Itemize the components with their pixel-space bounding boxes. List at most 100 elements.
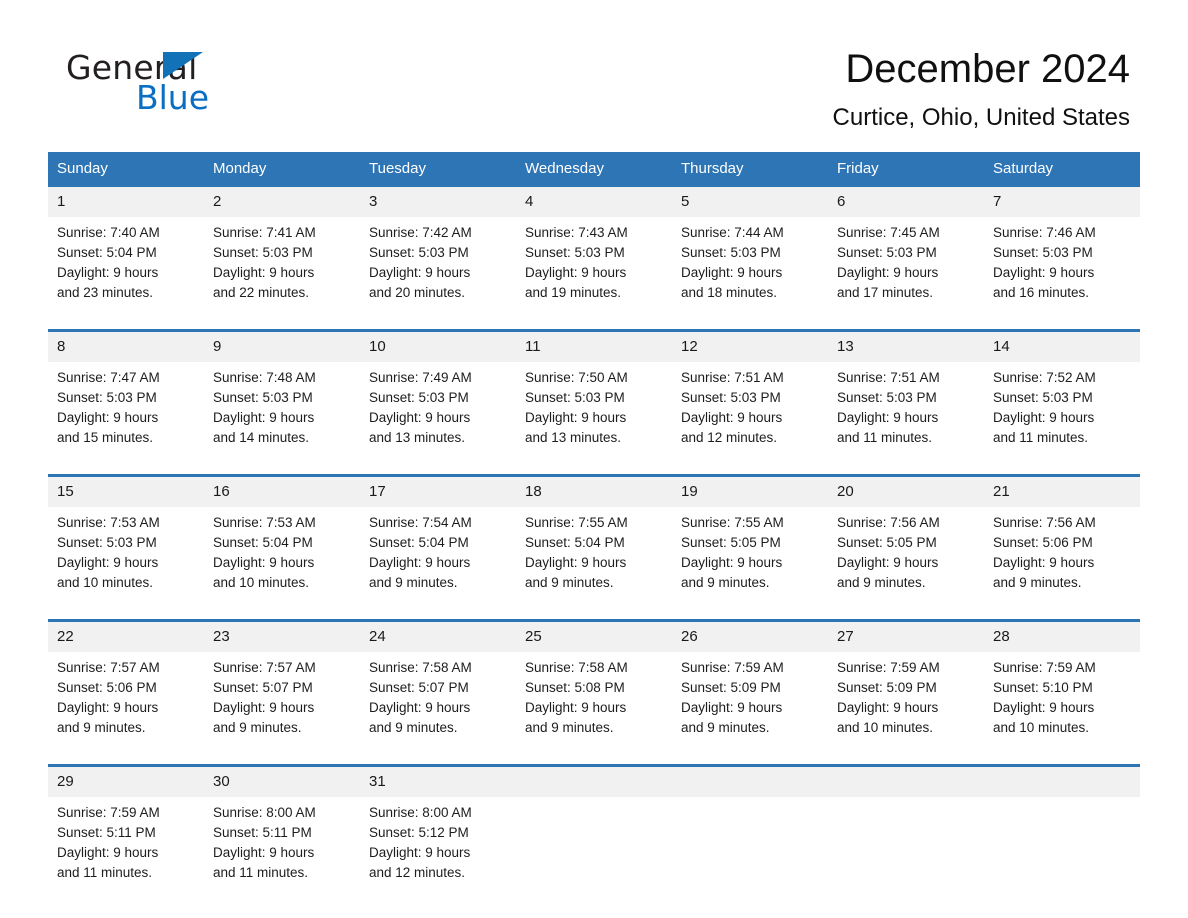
sunrise-text: Sunrise: 7:40 AM bbox=[57, 225, 160, 240]
day-number: 30 bbox=[204, 764, 360, 797]
daylight-text-line2: and 13 minutes. bbox=[369, 430, 466, 445]
day-number: 26 bbox=[672, 619, 828, 652]
day-cell: Sunrise: 7:55 AM Sunset: 5:05 PM Dayligh… bbox=[672, 507, 828, 593]
day-cell: Sunrise: 8:00 AM Sunset: 5:11 PM Dayligh… bbox=[204, 797, 360, 883]
logo-text-blue: Blue bbox=[136, 78, 210, 117]
sunrise-text: Sunrise: 7:47 AM bbox=[57, 370, 160, 385]
day-number: 4 bbox=[516, 187, 672, 217]
daylight-text-line2: and 10 minutes. bbox=[837, 720, 934, 735]
day-cell: Sunrise: 7:46 AM Sunset: 5:03 PM Dayligh… bbox=[984, 217, 1140, 303]
sunrise-text: Sunrise: 7:53 AM bbox=[57, 515, 160, 530]
day-cell: Sunrise: 7:51 AM Sunset: 5:03 PM Dayligh… bbox=[672, 362, 828, 448]
day-number: 1 bbox=[48, 187, 204, 217]
day-number: 12 bbox=[672, 329, 828, 362]
week-1-daynumber-row: 1 2 3 4 5 6 7 bbox=[48, 187, 1140, 217]
day-cell: Sunrise: 8:00 AM Sunset: 5:12 PM Dayligh… bbox=[360, 797, 516, 883]
day-number: 17 bbox=[360, 474, 516, 507]
week-separator bbox=[48, 303, 1140, 331]
week-5-daynumber-row: 29 30 31 bbox=[48, 764, 1140, 797]
daylight-text-line2: and 9 minutes. bbox=[213, 720, 302, 735]
day-number: 6 bbox=[828, 187, 984, 217]
sunrise-text: Sunrise: 7:45 AM bbox=[837, 225, 940, 240]
day-cell: Sunrise: 7:40 AM Sunset: 5:04 PM Dayligh… bbox=[48, 217, 204, 303]
day-cell-empty bbox=[672, 797, 828, 883]
day-cell: Sunrise: 7:52 AM Sunset: 5:03 PM Dayligh… bbox=[984, 362, 1140, 448]
sunset-text: Sunset: 5:03 PM bbox=[525, 245, 625, 260]
sunset-text: Sunset: 5:03 PM bbox=[993, 390, 1093, 405]
week-3-daynumber-row: 15 16 17 18 19 20 21 bbox=[48, 474, 1140, 507]
daylight-text-line2: and 14 minutes. bbox=[213, 430, 310, 445]
daylight-text-line1: Daylight: 9 hours bbox=[681, 555, 783, 570]
daylight-text-line1: Daylight: 9 hours bbox=[213, 555, 315, 570]
daylight-text-line1: Daylight: 9 hours bbox=[993, 555, 1095, 570]
day-number: 21 bbox=[984, 474, 1140, 507]
daylight-text-line2: and 9 minutes. bbox=[681, 575, 770, 590]
day-cell: Sunrise: 7:43 AM Sunset: 5:03 PM Dayligh… bbox=[516, 217, 672, 303]
sunset-text: Sunset: 5:10 PM bbox=[993, 680, 1093, 695]
daylight-text-line2: and 11 minutes. bbox=[57, 865, 153, 880]
sunset-text: Sunset: 5:05 PM bbox=[681, 535, 781, 550]
sunrise-text: Sunrise: 7:56 AM bbox=[837, 515, 940, 530]
page-title: December 2024 bbox=[845, 47, 1130, 91]
day-number: 24 bbox=[360, 619, 516, 652]
daylight-text-line2: and 9 minutes. bbox=[681, 720, 770, 735]
day-number-empty bbox=[672, 764, 828, 797]
day-number: 25 bbox=[516, 619, 672, 652]
daylight-text-line2: and 9 minutes. bbox=[525, 575, 614, 590]
day-number: 5 bbox=[672, 187, 828, 217]
sunset-text: Sunset: 5:04 PM bbox=[525, 535, 625, 550]
day-number: 22 bbox=[48, 619, 204, 652]
day-number: 13 bbox=[828, 329, 984, 362]
sunset-text: Sunset: 5:11 PM bbox=[213, 825, 312, 840]
daylight-text-line1: Daylight: 9 hours bbox=[57, 700, 159, 715]
daylight-text-line1: Daylight: 9 hours bbox=[213, 700, 315, 715]
daylight-text-line1: Daylight: 9 hours bbox=[57, 410, 159, 425]
day-cell: Sunrise: 7:59 AM Sunset: 5:11 PM Dayligh… bbox=[48, 797, 204, 883]
daylight-text-line1: Daylight: 9 hours bbox=[993, 265, 1095, 280]
day-number: 3 bbox=[360, 187, 516, 217]
sunset-text: Sunset: 5:03 PM bbox=[837, 390, 937, 405]
day-cell: Sunrise: 7:47 AM Sunset: 5:03 PM Dayligh… bbox=[48, 362, 204, 448]
day-cell: Sunrise: 7:48 AM Sunset: 5:03 PM Dayligh… bbox=[204, 362, 360, 448]
day-cell: Sunrise: 7:44 AM Sunset: 5:03 PM Dayligh… bbox=[672, 217, 828, 303]
day-cell: Sunrise: 7:55 AM Sunset: 5:04 PM Dayligh… bbox=[516, 507, 672, 593]
daylight-text-line2: and 9 minutes. bbox=[993, 575, 1082, 590]
day-cell: Sunrise: 7:59 AM Sunset: 5:09 PM Dayligh… bbox=[672, 652, 828, 738]
daylight-text-line1: Daylight: 9 hours bbox=[681, 700, 783, 715]
title-block: December 2024 Curtice, Ohio, United Stat… bbox=[833, 44, 1130, 132]
sunrise-text: Sunrise: 7:41 AM bbox=[213, 225, 316, 240]
day-number-empty bbox=[828, 764, 984, 797]
daylight-text-line2: and 9 minutes. bbox=[369, 720, 458, 735]
day-number: 8 bbox=[48, 329, 204, 362]
sunrise-text: Sunrise: 7:50 AM bbox=[525, 370, 628, 385]
day-cell: Sunrise: 7:58 AM Sunset: 5:07 PM Dayligh… bbox=[360, 652, 516, 738]
day-cell: Sunrise: 7:51 AM Sunset: 5:03 PM Dayligh… bbox=[828, 362, 984, 448]
sunrise-text: Sunrise: 7:46 AM bbox=[993, 225, 1096, 240]
sunrise-text: Sunrise: 8:00 AM bbox=[369, 805, 472, 820]
daylight-text-line2: and 9 minutes. bbox=[369, 575, 458, 590]
sunrise-text: Sunrise: 7:55 AM bbox=[681, 515, 784, 530]
day-cell: Sunrise: 7:54 AM Sunset: 5:04 PM Dayligh… bbox=[360, 507, 516, 593]
calendar-page: General Blue December 2024 Curtice, Ohio… bbox=[0, 0, 1188, 918]
sunset-text: Sunset: 5:04 PM bbox=[213, 535, 313, 550]
sunrise-text: Sunrise: 7:55 AM bbox=[525, 515, 628, 530]
daylight-text-line1: Daylight: 9 hours bbox=[213, 265, 315, 280]
daylight-text-line1: Daylight: 9 hours bbox=[837, 410, 939, 425]
daylight-text-line2: and 12 minutes. bbox=[681, 430, 778, 445]
day-number: 18 bbox=[516, 474, 672, 507]
daylight-text-line2: and 19 minutes. bbox=[525, 285, 622, 300]
day-cell: Sunrise: 7:45 AM Sunset: 5:03 PM Dayligh… bbox=[828, 217, 984, 303]
daylight-text-line1: Daylight: 9 hours bbox=[369, 410, 471, 425]
daylight-text-line1: Daylight: 9 hours bbox=[369, 555, 471, 570]
weekday-header-sunday: Sunday bbox=[48, 152, 204, 187]
daylight-text-line2: and 23 minutes. bbox=[57, 285, 154, 300]
day-cell: Sunrise: 7:59 AM Sunset: 5:09 PM Dayligh… bbox=[828, 652, 984, 738]
sunset-text: Sunset: 5:03 PM bbox=[57, 390, 157, 405]
daylight-text-line2: and 10 minutes. bbox=[993, 720, 1090, 735]
day-cell-empty bbox=[828, 797, 984, 883]
sunrise-text: Sunrise: 7:42 AM bbox=[369, 225, 472, 240]
daylight-text-line2: and 22 minutes. bbox=[213, 285, 310, 300]
page-header: General Blue December 2024 Curtice, Ohio… bbox=[48, 0, 1140, 152]
sunset-text: Sunset: 5:03 PM bbox=[681, 390, 781, 405]
day-cell-empty bbox=[516, 797, 672, 883]
